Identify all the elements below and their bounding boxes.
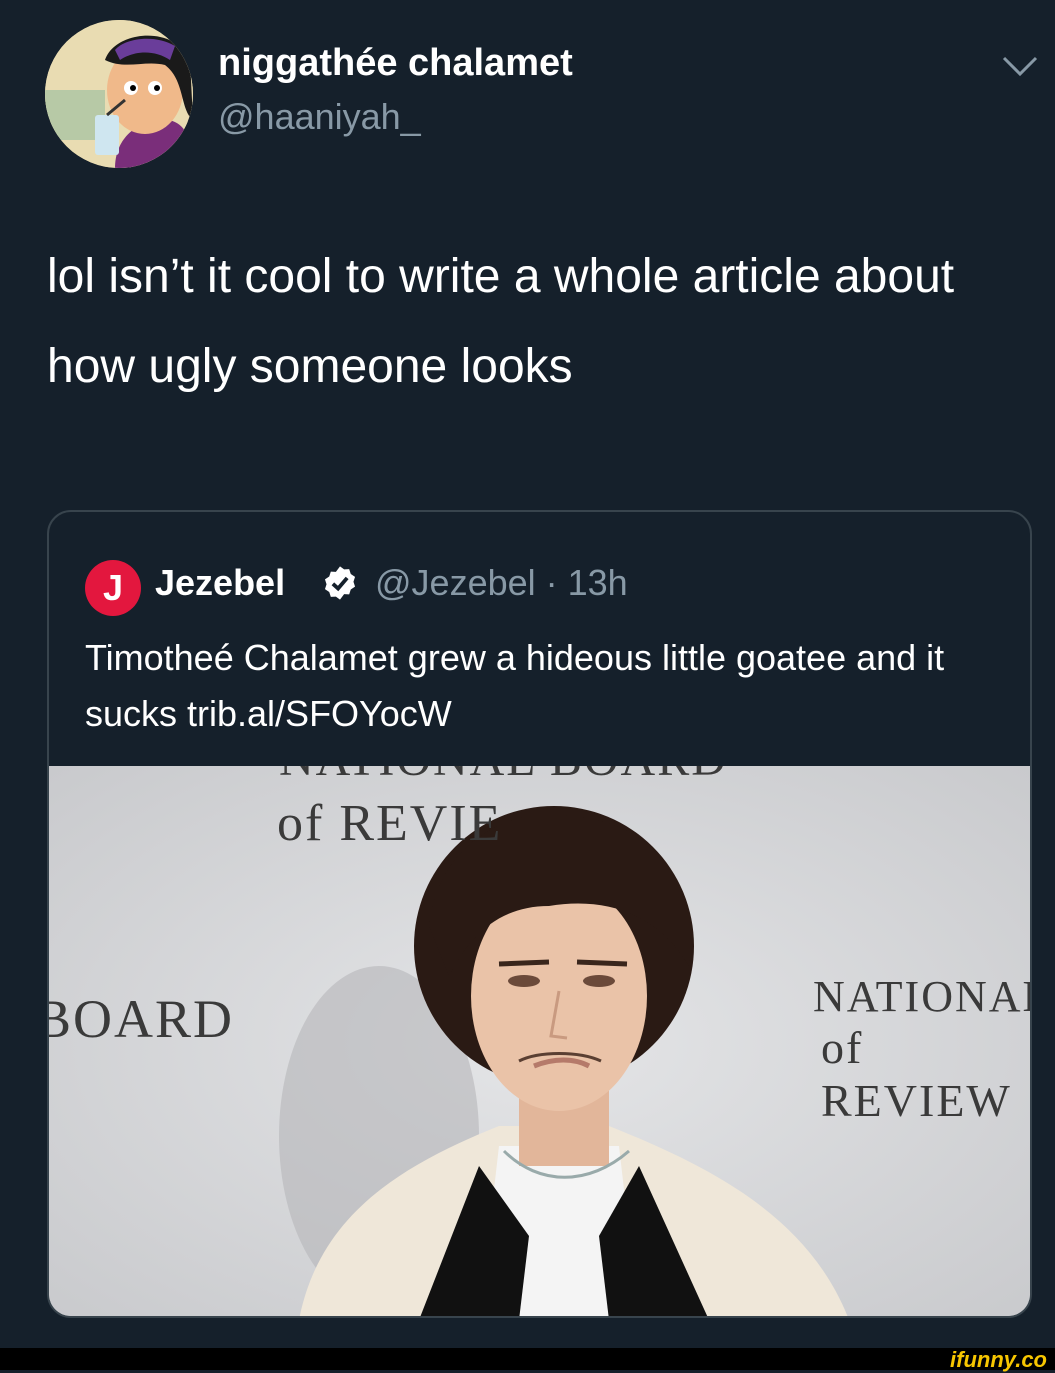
- tweet-header: niggathée chalamet @haaniyah_: [0, 0, 1055, 190]
- display-name[interactable]: niggathée chalamet: [218, 42, 573, 85]
- backdrop-text: NATIONAL: [813, 972, 1032, 1021]
- verified-badge-icon: [324, 566, 356, 600]
- quoted-tweet-card[interactable]: J Jezebel @Jezebel · 13h Timotheé Chalam…: [47, 510, 1032, 1318]
- user-avatar[interactable]: [45, 20, 193, 168]
- footer-bar: [0, 1348, 1055, 1370]
- cartoon-avatar-icon: [45, 20, 193, 168]
- quoted-display-name[interactable]: Jezebel: [155, 562, 285, 604]
- jezebel-logo-letter: J: [102, 567, 124, 608]
- tweet-text: lol isn’t it cool to write a whole artic…: [47, 250, 955, 393]
- ifunny-watermark: ifunny.co: [950, 1347, 1047, 1372]
- quoted-tweet-text: Timotheé Chalamet grew a hideous little …: [85, 637, 945, 734]
- backdrop-text: BOARD: [49, 989, 235, 1049]
- quoted-handle-time[interactable]: @Jezebel · 13h: [375, 562, 628, 604]
- backdrop-text: NATIONAL BOARD: [279, 766, 728, 787]
- backdrop-text: of REVIE: [277, 795, 503, 852]
- backdrop-text: of REVIEW: [821, 1022, 1012, 1126]
- jezebel-logo-icon[interactable]: J: [85, 560, 141, 616]
- user-handle[interactable]: @haaniyah_: [218, 96, 421, 138]
- quoted-tweet-photo[interactable]: NATIONAL BOARD of REVIE BOARD NATIONAL o…: [49, 766, 1032, 1316]
- chevron-down-icon[interactable]: [1000, 52, 1040, 80]
